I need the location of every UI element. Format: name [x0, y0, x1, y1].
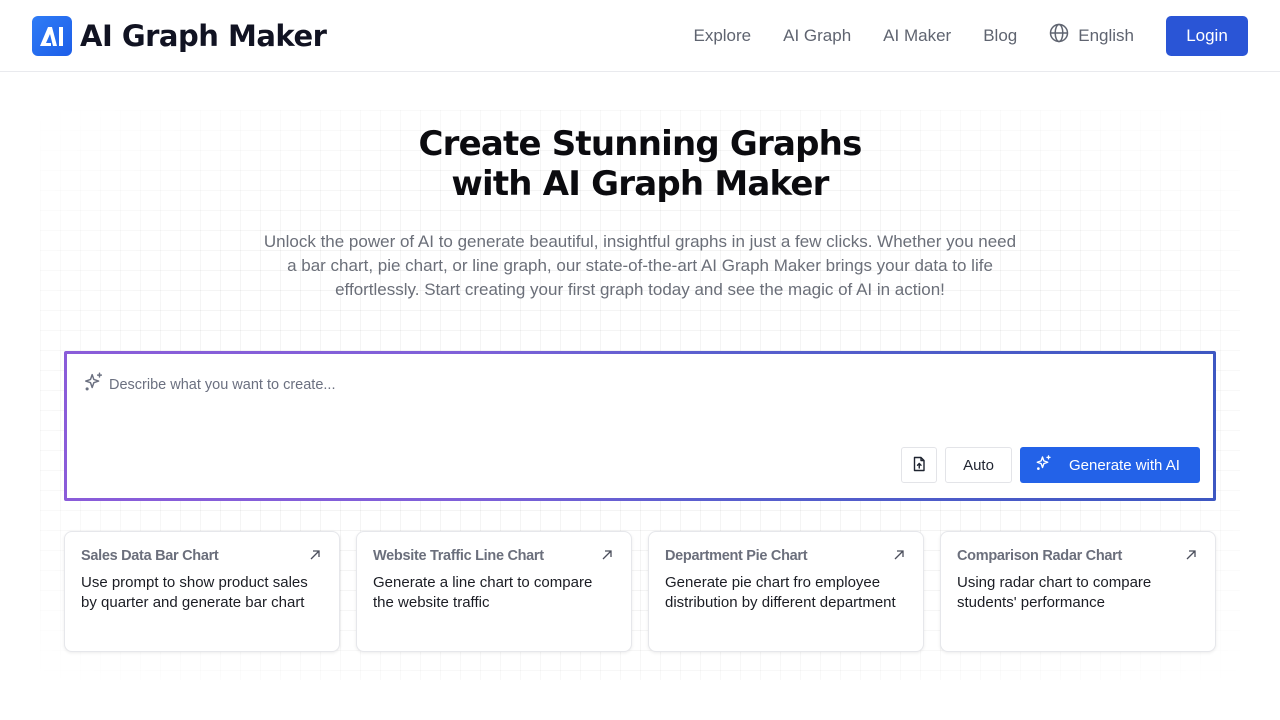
prompt-input[interactable]: [109, 376, 1159, 393]
hero-title: Create Stunning Graphs with AI Graph Mak…: [0, 124, 1280, 204]
brand-name: AI Graph Maker: [80, 18, 327, 53]
card-description: Generate a line chart to compare the web…: [373, 574, 593, 611]
prompt-box-inner: Auto Generate with AI: [67, 354, 1213, 498]
mode-select-button[interactable]: Auto: [945, 447, 1012, 483]
brand-link[interactable]: AI Graph Maker: [32, 15, 327, 56]
arrow-up-right-icon: [893, 548, 905, 566]
logo-icon: [32, 15, 72, 56]
example-card-radar-chart[interactable]: Comparison Radar Chart Using radar chart…: [940, 531, 1216, 652]
generate-button-label: Generate with AI: [1069, 456, 1180, 474]
card-description: Use prompt to show product sales by quar…: [81, 574, 308, 611]
language-label: English: [1078, 25, 1134, 45]
nav-ai-maker[interactable]: AI Maker: [883, 26, 951, 46]
example-card-bar-chart[interactable]: Sales Data Bar Chart Use prompt to show …: [64, 531, 340, 652]
prompt-actions: Auto Generate with AI: [901, 447, 1200, 483]
prompt-box: Auto Generate with AI: [64, 351, 1216, 501]
nav-blog[interactable]: Blog: [983, 26, 1017, 46]
nav-explore[interactable]: Explore: [693, 26, 751, 46]
file-upload-icon: [911, 456, 927, 475]
example-card-pie-chart[interactable]: Department Pie Chart Generate pie chart …: [648, 531, 924, 652]
card-title: Sales Data Bar Chart: [81, 548, 219, 564]
arrow-up-right-icon: [309, 548, 321, 566]
card-title: Department Pie Chart: [665, 548, 808, 564]
sparkles-icon: [83, 371, 105, 398]
prompt-input-row: [83, 371, 1159, 398]
hero-title-line2: with AI Graph Maker: [451, 164, 829, 204]
sparkles-icon: [1035, 454, 1053, 476]
generate-button[interactable]: Generate with AI: [1020, 447, 1200, 483]
example-card-line-chart[interactable]: Website Traffic Line Chart Generate a li…: [356, 531, 632, 652]
card-description: Using radar chart to compare students' p…: [957, 574, 1152, 611]
card-title: Comparison Radar Chart: [957, 548, 1123, 564]
hero-title-line1: Create Stunning Graphs: [418, 124, 862, 164]
language-selector[interactable]: English: [1049, 23, 1134, 48]
hero-subtitle: Unlock the power of AI to generate beaut…: [263, 232, 1017, 299]
arrow-up-right-icon: [1185, 548, 1197, 566]
globe-icon: [1049, 23, 1069, 48]
upload-file-button[interactable]: [901, 447, 937, 483]
card-description: Generate pie chart fro employee distribu…: [665, 574, 896, 611]
arrow-up-right-icon: [601, 548, 613, 566]
example-cards: Sales Data Bar Chart Use prompt to show …: [64, 531, 1216, 652]
nav-ai-graph[interactable]: AI Graph: [783, 26, 851, 46]
card-title: Website Traffic Line Chart: [373, 548, 544, 564]
main-nav: Explore AI Graph AI Maker Blog English L…: [693, 15, 1248, 56]
login-button[interactable]: Login: [1166, 15, 1248, 56]
site-header: AI Graph Maker Explore AI Graph AI Maker…: [0, 0, 1280, 72]
